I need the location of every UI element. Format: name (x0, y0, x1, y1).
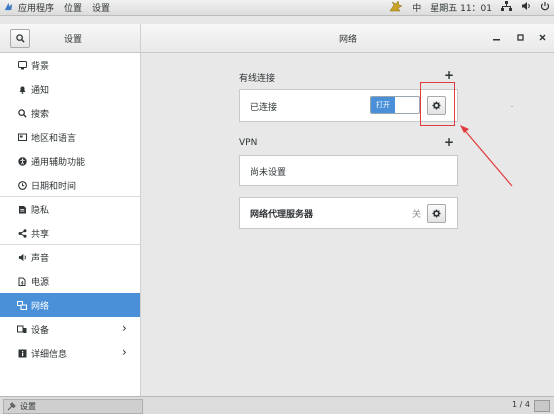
sidebar-item-label: 日期和时间 (31, 182, 77, 192)
taskbar-window-label: 设置 (20, 402, 36, 411)
accessibility-icon (17, 156, 27, 166)
sidebar-item-label: 电源 (31, 278, 50, 288)
workspace-pager-label: 1 / 4 (512, 400, 530, 409)
clock[interactable]: 星期五 11：01 (430, 1, 492, 14)
sidebar-item-accessibility[interactable]: 通用辅助功能 (0, 149, 140, 173)
sidebar-item-network[interactable]: 网络 (0, 293, 140, 317)
sidebar-item-label: 声音 (31, 254, 50, 264)
sidebar-item-privacy[interactable]: 隐私 (0, 197, 140, 221)
sidebar-item-background[interactable]: 背景 (0, 53, 140, 77)
sidebar: 背景 通知 搜索 地区和语言 通用辅助功能 日期和时间 隐私 共享 声音 电源 … (0, 53, 141, 396)
menu-places[interactable]: 位置 (64, 1, 82, 14)
header-divider (140, 24, 141, 52)
switch-on-label: 打开 (371, 97, 395, 113)
proxy-settings-button[interactable] (427, 204, 446, 223)
sidebar-item-label: 地区和语言 (31, 134, 77, 144)
sidebar-item-label: 网络 (31, 302, 50, 312)
minimize-button[interactable] (489, 30, 503, 44)
page-title: 网络 (339, 35, 358, 45)
devices-icon (17, 324, 27, 334)
sidebar-item-label: 设备 (31, 326, 50, 336)
activities-logo-icon[interactable] (3, 1, 14, 15)
search-icon (17, 108, 27, 118)
network-proxy-row[interactable]: 网络代理服务器 关 (239, 197, 458, 229)
sidebar-item-details[interactable]: 详细信息 › (0, 341, 140, 365)
proxy-title: 网络代理服务器 (250, 210, 314, 220)
sidebar-title: 设置 (64, 35, 83, 45)
add-vpn-button[interactable]: + (444, 135, 454, 149)
sidebar-item-devices[interactable]: 设备 › (0, 317, 140, 341)
sidebar-item-power[interactable]: 电源 (0, 269, 140, 293)
sidebar-item-label: 通知 (31, 86, 50, 96)
annotation-arrow (460, 125, 513, 187)
top-bar: 应用程序 位置 设置 中 星期五 11：01 (0, 0, 554, 16)
search-button[interactable] (10, 29, 30, 48)
background-icon (17, 60, 27, 70)
wired-section-title: 有线连接 (239, 74, 276, 84)
sidebar-item-label: 隐私 (31, 206, 50, 216)
sidebar-item-search[interactable]: 搜索 (0, 101, 140, 125)
sidebar-item-label: 搜索 (31, 110, 50, 120)
search-icon (15, 34, 25, 43)
bell-icon (17, 84, 27, 94)
sidebar-item-notifications[interactable]: 通知 (0, 77, 140, 101)
workspace-pager[interactable] (534, 400, 550, 412)
info-icon (17, 348, 27, 358)
clock-icon (17, 180, 27, 190)
settings-app-icon (7, 402, 16, 411)
sidebar-item-label: 通用辅助功能 (31, 158, 86, 168)
speaker-icon (17, 252, 27, 262)
vpn-section-title: VPN (239, 138, 258, 148)
gear-icon (432, 209, 441, 218)
sidebar-item-sound[interactable]: 声音 (0, 245, 140, 269)
sidebar-item-label: 共享 (31, 230, 50, 240)
vpn-row: 尚未设置 (239, 155, 458, 186)
network-icon (17, 300, 27, 310)
stray-pixel (511, 106, 513, 107)
volume-icon[interactable] (521, 1, 531, 14)
sidebar-item-date-time[interactable]: 日期和时间 (0, 173, 140, 197)
header-bar: 设置 网络 (0, 24, 554, 53)
tray-app-icon[interactable] (389, 0, 403, 15)
menu-settings[interactable]: 设置 (92, 1, 110, 14)
proxy-state: 关 (412, 210, 422, 220)
annotation-highlight-box (420, 82, 455, 126)
close-button[interactable] (535, 30, 549, 44)
network-status-icon[interactable] (501, 1, 512, 14)
wired-status: 已连接 (250, 103, 278, 113)
minimize-icon (492, 38, 500, 40)
wired-toggle-switch[interactable]: 打开 (370, 96, 420, 114)
sidebar-item-region-language[interactable]: 地区和语言 (0, 125, 140, 149)
sidebar-item-sharing[interactable]: 共享 (0, 221, 140, 245)
privacy-icon (17, 204, 27, 214)
add-wired-connection-button[interactable]: + (444, 68, 454, 82)
chevron-right-icon: › (122, 321, 127, 335)
sidebar-item-label: 背景 (31, 62, 50, 72)
maximize-icon (516, 33, 524, 41)
share-icon (17, 228, 27, 238)
maximize-button[interactable] (513, 30, 527, 44)
taskbar: 设置 1 / 4 (0, 396, 554, 414)
close-icon (539, 34, 545, 40)
chevron-right-icon: › (122, 345, 127, 359)
sidebar-item-label: 详细信息 (31, 350, 68, 360)
taskbar-window-settings[interactable]: 设置 (3, 399, 143, 414)
menu-applications[interactable]: 应用程序 (18, 1, 54, 14)
flag-icon (17, 132, 27, 142)
power-icon (17, 276, 27, 286)
input-method-indicator[interactable]: 中 (412, 1, 421, 14)
power-menu-icon[interactable] (540, 1, 550, 14)
vpn-empty-label: 尚未设置 (250, 168, 287, 178)
